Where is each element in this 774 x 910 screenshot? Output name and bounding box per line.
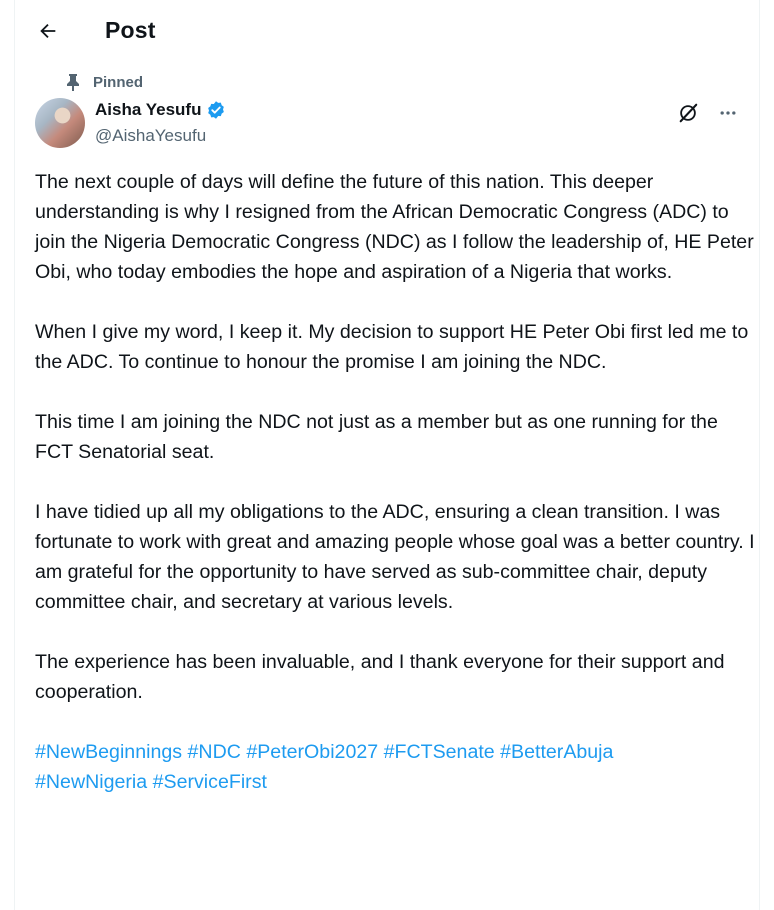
pinned-label: Pinned [93, 73, 144, 91]
post-paragraph: The next couple of days will define the … [35, 171, 754, 283]
post-paragraph: When I give my word, I keep it. My decis… [35, 321, 749, 373]
arrow-left-icon [40, 23, 56, 39]
author-handle[interactable]: @AishaYesufu [95, 126, 206, 146]
post-paragraph: The experience has been invaluable, and … [35, 651, 725, 703]
page-title: Post [105, 17, 156, 43]
avatar[interactable] [35, 98, 85, 148]
post-paragraph: I have tidied up all my obligations to t… [35, 501, 755, 613]
pinned-indicator: Pinned [65, 73, 143, 91]
hashtag-link[interactable]: #BetterAbuja [500, 741, 613, 763]
author-name-row: Aisha Yesufu [95, 100, 226, 120]
hashtag-link[interactable]: #NewNigeria [35, 771, 147, 793]
post-column: Post Pinned Aisha Yesufu @AishaYesufu Th… [14, 0, 760, 910]
hashtag-link[interactable]: #FCTSenate [384, 741, 495, 763]
post-actions [675, 100, 741, 126]
hashtag-list: #NewBeginnings #NDC #PeterObi2027 #FCTSe… [35, 737, 755, 797]
more-button[interactable] [715, 100, 741, 126]
hashtag-link[interactable]: #NewBeginnings [35, 741, 182, 763]
verified-badge-icon[interactable] [206, 100, 226, 120]
pin-icon [67, 74, 79, 91]
hashtag-link[interactable]: #PeterObi2027 [246, 741, 378, 763]
back-button[interactable] [35, 18, 61, 44]
author-name[interactable]: Aisha Yesufu [95, 100, 201, 120]
page-header: Post [15, 0, 759, 62]
grok-icon [679, 103, 698, 123]
grok-button[interactable] [675, 100, 701, 126]
post-body: The next couple of days will define the … [35, 167, 755, 797]
post-paragraph: This time I am joining the NDC not just … [35, 411, 718, 463]
hashtag-link[interactable]: #ServiceFirst [153, 771, 267, 793]
hashtag-link[interactable]: #NDC [188, 741, 241, 763]
more-horizontal-icon [720, 111, 736, 115]
